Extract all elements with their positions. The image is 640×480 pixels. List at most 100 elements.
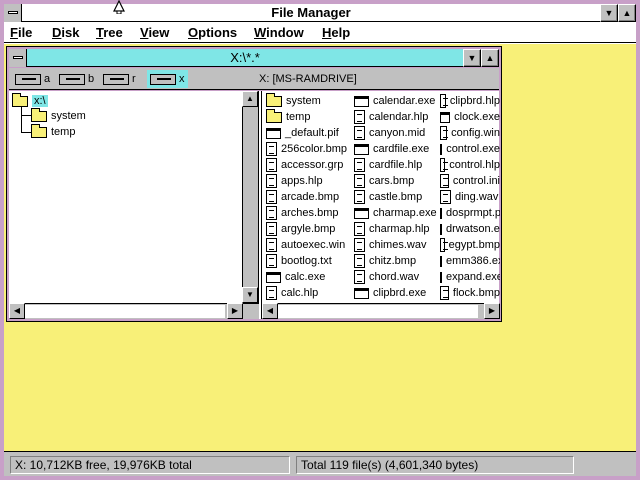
maximize-button[interactable]: ▲: [618, 4, 636, 22]
folder-icon: [266, 109, 282, 123]
file-name: calc.hlp: [281, 287, 319, 299]
file-name: cardfile.hlp: [369, 159, 423, 171]
tree-pane[interactable]: x:\ system temp ▲ ▼ ◀ ▶: [9, 91, 259, 319]
program-icon: [440, 271, 442, 283]
tree-item-temp[interactable]: temp: [31, 123, 75, 140]
file-item[interactable]: expand.exe: [440, 269, 500, 285]
file-item[interactable]: control.ini: [440, 173, 500, 189]
file-item[interactable]: calendar.exe: [354, 93, 438, 109]
mdi-workspace: X:\*.* ▼ ▲ X: [MS-RAMDRIVE] abrx x:\ sys…: [4, 44, 636, 451]
file-item[interactable]: chimes.wav: [354, 237, 438, 253]
file-item[interactable]: ding.wav: [440, 189, 500, 205]
file-item[interactable]: autoexec.win: [266, 237, 350, 253]
file-item[interactable]: emm386.exe: [440, 253, 500, 269]
file-name: autoexec.win: [281, 239, 346, 251]
file-item[interactable]: bootlog.txt: [266, 253, 350, 269]
file-item[interactable]: arcade.bmp: [266, 189, 350, 205]
file-item[interactable]: chord.wav: [354, 269, 438, 285]
file-item[interactable]: canyon.mid: [354, 125, 438, 141]
title-bar[interactable]: File Manager ▼ ▲: [4, 0, 636, 22]
child-maximize-button[interactable]: ▲: [481, 49, 499, 67]
file-name: arcade.bmp: [281, 191, 340, 203]
file-item[interactable]: chitz.bmp: [354, 253, 438, 269]
document-icon: [440, 158, 449, 172]
file-item[interactable]: clipbrd.exe: [354, 285, 438, 301]
file-item[interactable]: clock.exe: [440, 109, 500, 125]
file-name: control.exe: [446, 143, 500, 155]
menu-options[interactable]: Options: [188, 23, 237, 42]
tree-horizontal-scrollbar[interactable]: ◀ ▶: [9, 303, 259, 319]
file-item[interactable]: charmap.hlp: [354, 221, 438, 237]
program-icon: [440, 111, 451, 123]
file-name: cardfile.exe: [373, 143, 430, 155]
scroll-left-button[interactable]: ◀: [262, 303, 278, 319]
file-list-horizontal-scrollbar[interactable]: ◀ ▶: [262, 303, 500, 319]
file-item[interactable]: temp: [266, 109, 350, 125]
scroll-up-button[interactable]: ▲: [242, 91, 258, 107]
file-item[interactable]: charmap.exe: [354, 205, 438, 221]
file-item[interactable]: calc.exe: [266, 269, 350, 285]
drive-x[interactable]: x: [147, 70, 188, 88]
file-item[interactable]: _default.pif: [266, 125, 350, 141]
scroll-left-button[interactable]: ◀: [9, 303, 25, 319]
scroll-track[interactable]: [25, 305, 225, 318]
file-item[interactable]: apps.hlp: [266, 173, 350, 189]
file-item[interactable]: argyle.bmp: [266, 221, 350, 237]
tree-root[interactable]: x:\: [12, 92, 48, 109]
tree-item-system[interactable]: system: [31, 107, 86, 124]
menu-tree[interactable]: Tree: [96, 23, 123, 42]
program-icon: [354, 287, 369, 299]
folder-icon: [31, 123, 47, 138]
file-item[interactable]: clipbrd.hlp: [440, 93, 500, 109]
menu-disk[interactable]: Disk: [52, 23, 79, 42]
file-item[interactable]: cardfile.exe: [354, 141, 438, 157]
file-name: calc.exe: [285, 271, 326, 283]
file-item[interactable]: calc.hlp: [266, 285, 350, 301]
file-name: accessor.grp: [281, 159, 344, 171]
file-item[interactable]: accessor.grp: [266, 157, 350, 173]
drive-a[interactable]: a: [15, 70, 50, 88]
file-item[interactable]: egypt.bmp: [440, 237, 500, 253]
file-item[interactable]: 256color.bmp: [266, 141, 350, 157]
file-item[interactable]: calendar.hlp: [354, 109, 438, 125]
file-item[interactable]: arches.bmp: [266, 205, 350, 221]
tree-vertical-scrollbar[interactable]: ▲ ▼: [242, 91, 258, 303]
file-item[interactable]: dosprmpt.pif: [440, 205, 500, 221]
document-icon: [440, 94, 448, 108]
scroll-down-button[interactable]: ▼: [242, 287, 258, 303]
document-icon: [266, 190, 277, 204]
minimize-button[interactable]: ▼: [600, 4, 618, 22]
menu-view[interactable]: View: [140, 23, 169, 42]
panes: x:\ system temp ▲ ▼ ◀ ▶ ◀ ▶ system temp …: [9, 91, 500, 319]
drive-r[interactable]: r: [103, 70, 136, 88]
scroll-right-button[interactable]: ▶: [227, 303, 243, 319]
file-name: config.win: [451, 127, 500, 139]
file-item[interactable]: cars.bmp: [354, 173, 438, 189]
document-icon: [440, 174, 449, 188]
file-item[interactable]: flock.bmp: [440, 285, 500, 301]
file-item[interactable]: drwatson.exe: [440, 221, 500, 237]
file-list-pane[interactable]: ◀ ▶ system temp _default.pif 256color.bmp ac…: [261, 91, 500, 319]
menu-help[interactable]: Help: [322, 23, 350, 42]
file-item[interactable]: castle.bmp: [354, 189, 438, 205]
file-item[interactable]: system: [266, 93, 350, 109]
tree-line: [21, 115, 31, 116]
scroll-right-button[interactable]: ▶: [484, 303, 500, 319]
directory-window-title-bar[interactable]: X:\*.* ▼ ▲: [9, 49, 499, 67]
directory-window: X:\*.* ▼ ▲ X: [MS-RAMDRIVE] abrx x:\ sys…: [6, 46, 502, 322]
file-item[interactable]: control.exe: [440, 141, 500, 157]
menu-file[interactable]: File: [10, 23, 32, 42]
child-system-menu-button[interactable]: [9, 49, 27, 67]
child-minimize-button[interactable]: ▼: [463, 49, 481, 67]
directory-window-title: X:\*.*: [230, 50, 260, 65]
menu-window[interactable]: Window: [254, 23, 304, 42]
file-item[interactable]: cardfile.hlp: [354, 157, 438, 173]
system-menu-button[interactable]: [4, 4, 22, 22]
file-item[interactable]: config.win: [440, 125, 500, 141]
tree-line: [21, 107, 22, 133]
app-client: File Manager ▼ ▲ File Disk Tree View Options…: [4, 0, 636, 476]
file-item[interactable]: control.hlp: [440, 157, 500, 173]
document-icon: [354, 254, 365, 268]
drive-b[interactable]: b: [59, 70, 94, 88]
scroll-track[interactable]: [278, 305, 478, 318]
